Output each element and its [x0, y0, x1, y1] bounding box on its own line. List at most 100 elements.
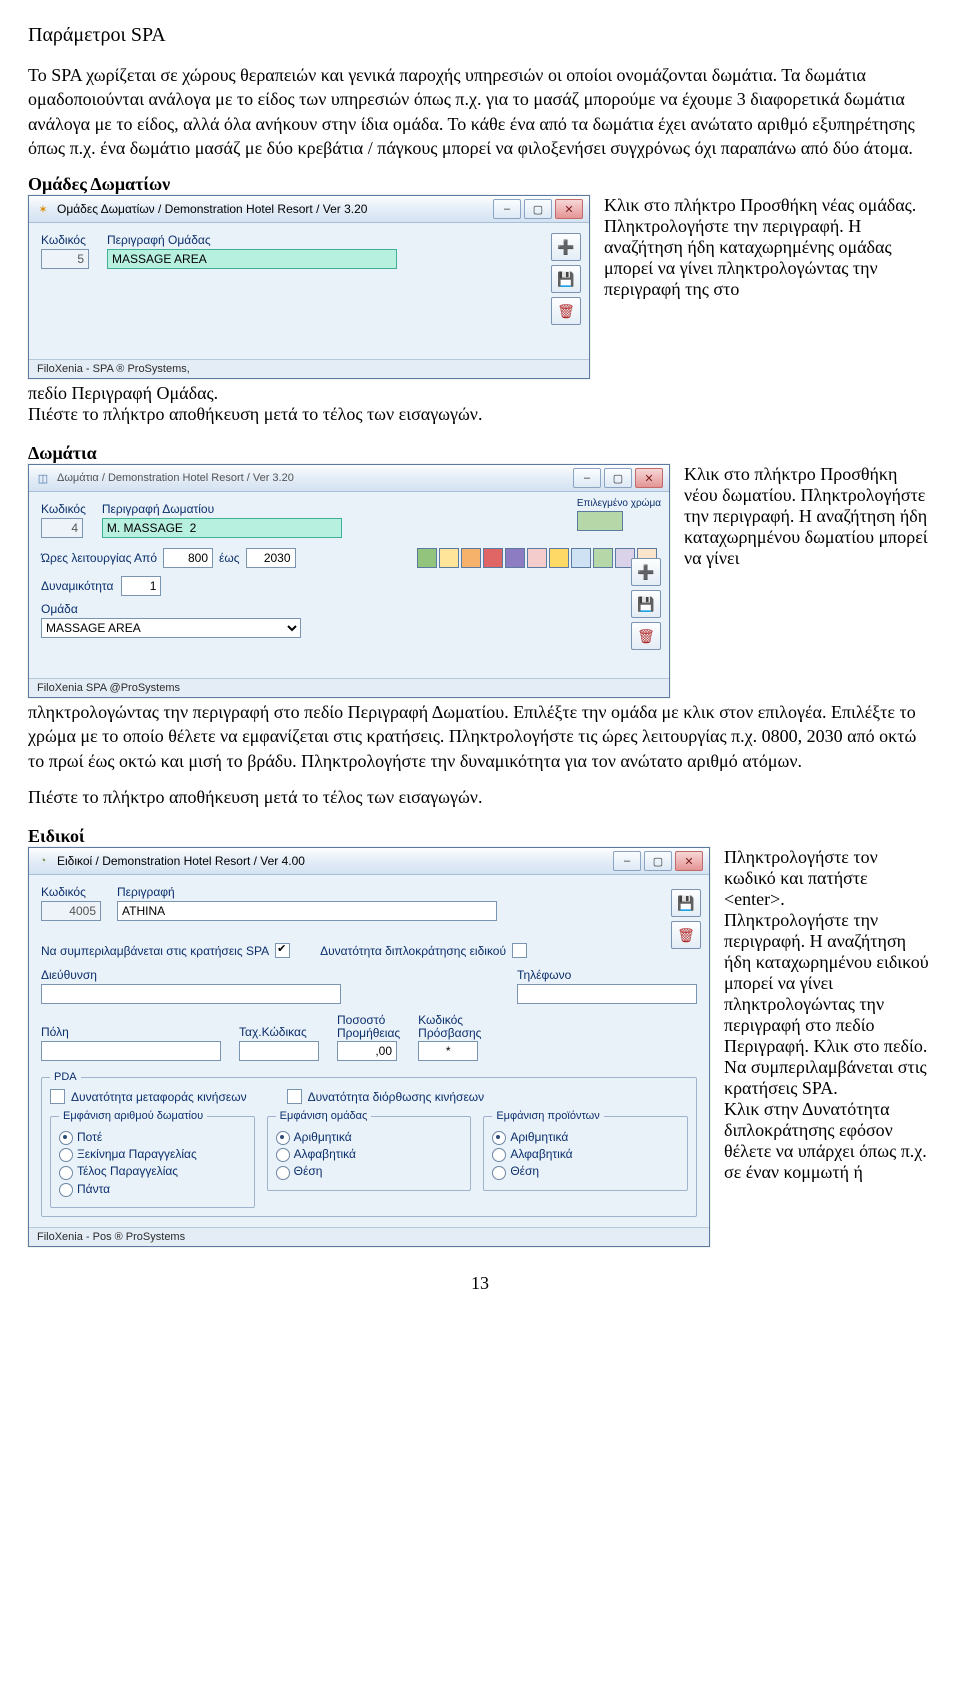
- delete-button[interactable]: 🗑: [551, 297, 581, 325]
- label-code: Κωδικός: [41, 885, 101, 899]
- window-footer: FiloXenia - SPA ® ProSystems,: [29, 359, 589, 378]
- window-titlebar: ✶ Ομάδες Δωματίων / Demonstration Hotel …: [29, 196, 589, 223]
- delete-button[interactable]: 🗑: [631, 622, 661, 650]
- transfer-checkbox[interactable]: [50, 1089, 65, 1104]
- radio-start[interactable]: [59, 1148, 73, 1162]
- window-title: Δωμάτια / Demonstration Hotel Resort / V…: [57, 472, 567, 484]
- intro-paragraph: Το SPA χωρίζεται σε χώρους θεραπειών και…: [28, 63, 932, 160]
- side-instructions-specialists: Πληκτρολογήστε τον κωδικό και πατήστε <e…: [724, 847, 932, 1183]
- minimize-button[interactable]: –: [493, 199, 521, 219]
- group-description-field[interactable]: [107, 249, 397, 269]
- group-product-display-legend: Εμφάνιση προϊόντων: [492, 1110, 603, 1122]
- window-rooms: ◫ Δωμάτια / Demonstration Hotel Resort /…: [28, 464, 670, 698]
- group-select[interactable]: MASSAGE AREA: [41, 618, 301, 638]
- label-code: Κωδικός: [41, 233, 89, 247]
- commission-field[interactable]: [337, 1041, 397, 1061]
- section-rooms-heading: Δωμάτια: [28, 443, 932, 464]
- label-address: Διεύθυνση: [41, 968, 477, 982]
- after-text-2: Πιέστε το πλήκτρο αποθήκευση μετά το τέλ…: [28, 404, 588, 425]
- radio-never[interactable]: [59, 1131, 73, 1145]
- window-footer: FiloXenia SPA @ProSystems: [29, 678, 669, 697]
- label-sel-color: Επιλεγμένο χρώμα: [577, 498, 661, 509]
- group-room-display-legend: Εμφάνιση αριθμού δωματίου: [59, 1110, 207, 1122]
- label-group: Ομάδα: [41, 602, 78, 616]
- address-field[interactable]: [41, 984, 341, 1004]
- include-checkbox[interactable]: ✔: [275, 943, 290, 958]
- radio-alpha-p[interactable]: [492, 1148, 506, 1162]
- close-button[interactable]: ✕: [635, 468, 663, 488]
- window-specialists: ◔ Ειδικοί / Demonstration Hotel Resort /…: [28, 847, 710, 1247]
- window-titlebar: ◫ Δωμάτια / Demonstration Hotel Resort /…: [29, 465, 669, 492]
- window-title: Ειδικοί / Demonstration Hotel Resort / V…: [57, 854, 607, 868]
- label-desc: Περιγραφή Ομάδας: [107, 233, 577, 247]
- delete-button[interactable]: 🗑: [671, 921, 701, 949]
- radio-numeric-g[interactable]: [276, 1131, 290, 1145]
- window-titlebar: ◔ Ειδικοί / Demonstration Hotel Resort /…: [29, 848, 709, 875]
- maximize-button[interactable]: ▢: [644, 851, 672, 871]
- double-booking-checkbox[interactable]: [512, 943, 527, 958]
- side-instructions-groups: Κλικ στο πλήκτρο Προσθήκη νέας ομάδας. Π…: [604, 195, 932, 300]
- label-hours: Ώρες λειτουργίας Από: [41, 551, 157, 565]
- window-title: Ομάδες Δωματίων / Demonstration Hotel Re…: [57, 202, 487, 216]
- city-field[interactable]: [41, 1041, 221, 1061]
- radio-pos-p[interactable]: [492, 1166, 506, 1180]
- close-button[interactable]: ✕: [555, 199, 583, 219]
- radio-pos-g[interactable]: [276, 1166, 290, 1180]
- label-city: Πόλη: [41, 1025, 221, 1039]
- app-icon: ✶: [35, 201, 51, 217]
- page-title: Παράμετροι SPA: [28, 24, 932, 47]
- label-double: Δυνατότητα διπλοκράτησης ειδικού: [320, 944, 506, 958]
- app-icon: ◫: [35, 470, 51, 486]
- hours-from-field[interactable]: [163, 548, 213, 568]
- radio-end[interactable]: [59, 1166, 73, 1180]
- specialist-description-field[interactable]: [117, 901, 497, 921]
- room-description-field[interactable]: [102, 518, 342, 538]
- code-field[interactable]: [41, 518, 83, 538]
- label-desc: Περιγραφή Δωματίου: [102, 502, 342, 516]
- save-button[interactable]: 💾: [631, 590, 661, 618]
- capacity-field[interactable]: [121, 576, 161, 596]
- minimize-button[interactable]: –: [573, 468, 601, 488]
- maximize-button[interactable]: ▢: [524, 199, 552, 219]
- access-code-field[interactable]: [418, 1041, 478, 1061]
- minimize-button[interactable]: –: [613, 851, 641, 871]
- label-phone: Τηλέφωνο: [517, 968, 697, 982]
- app-icon: ◔: [35, 853, 51, 869]
- selected-color-swatch: [577, 511, 623, 531]
- close-button[interactable]: ✕: [675, 851, 703, 871]
- after-text-1: πεδίο Περιγραφή Ομάδας.: [28, 383, 588, 404]
- save-button[interactable]: 💾: [671, 889, 701, 917]
- code-field[interactable]: [41, 901, 101, 921]
- after-rooms-text-2: Πιέστε το πλήκτρο αποθήκευση μετά το τέλ…: [28, 787, 932, 808]
- label-to: έως: [219, 551, 240, 565]
- section-specialists-heading: Ειδικοί: [28, 826, 932, 847]
- add-button[interactable]: ➕: [631, 558, 661, 586]
- page-number: 13: [28, 1273, 932, 1294]
- window-footer: FiloXenia - Pos ® ProSystems: [29, 1227, 709, 1246]
- section-groups-heading: Ομάδες Δωματίων: [28, 174, 932, 195]
- color-palette[interactable]: [417, 548, 657, 568]
- maximize-button[interactable]: ▢: [604, 468, 632, 488]
- after-rooms-text: πληκτρολογώντας την περιγραφή στο πεδίο …: [28, 700, 932, 773]
- phone-field[interactable]: [517, 984, 697, 1004]
- add-button[interactable]: ➕: [551, 233, 581, 261]
- group-group-display-legend: Εμφάνιση ομάδας: [276, 1110, 372, 1122]
- label-edit: Δυνατότητα διόρθωσης κινήσεων: [308, 1090, 485, 1104]
- hours-to-field[interactable]: [246, 548, 296, 568]
- radio-alpha-g[interactable]: [276, 1148, 290, 1162]
- label-capacity: Δυναμικότητα: [41, 579, 113, 593]
- tax-code-field[interactable]: [239, 1041, 319, 1061]
- radio-always[interactable]: [59, 1183, 73, 1197]
- label-transfer: Δυνατότητα μεταφοράς κινήσεων: [71, 1090, 247, 1104]
- label-desc: Περιγραφή: [117, 885, 697, 899]
- edit-checkbox[interactable]: [287, 1089, 302, 1104]
- side-instructions-rooms: Κλικ στο πλήκτρο Προσθήκη νέου δωματίου.…: [684, 464, 932, 569]
- code-field[interactable]: [41, 249, 89, 269]
- label-tax-code: Ταχ.Κώδικας: [239, 1025, 319, 1039]
- label-commission: Ποσοστό Προμήθειας: [337, 1014, 400, 1039]
- label-code: Κωδικός: [41, 502, 86, 516]
- radio-numeric-p[interactable]: [492, 1131, 506, 1145]
- window-room-groups: ✶ Ομάδες Δωματίων / Demonstration Hotel …: [28, 195, 590, 379]
- save-button[interactable]: 💾: [551, 265, 581, 293]
- label-include: Να συμπεριλαμβάνεται στις κρατήσεις SPA: [41, 944, 269, 958]
